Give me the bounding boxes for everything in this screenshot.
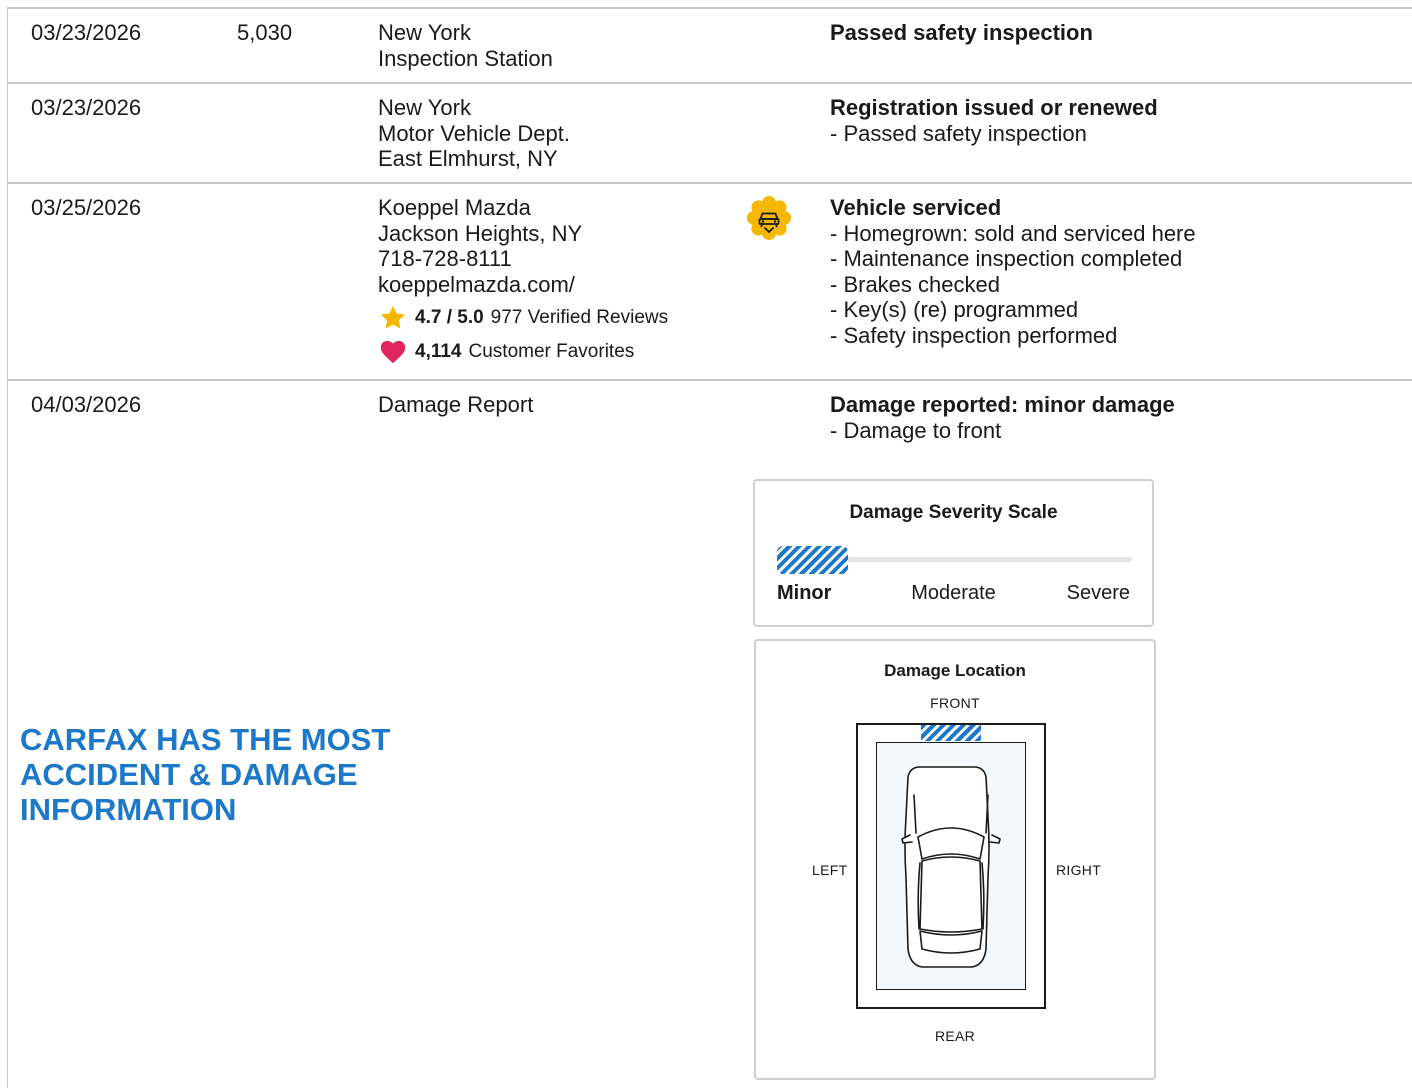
location-right-label: RIGHT bbox=[1056, 862, 1102, 878]
severity-title: Damage Severity Scale bbox=[849, 502, 1058, 523]
record-detail: - Key(s) (re) programmed bbox=[830, 297, 1079, 322]
record-source: Damage Report bbox=[378, 392, 728, 418]
record-date: 04/03/2026 bbox=[31, 392, 142, 417]
promo-line: ACCIDENT & DAMAGE bbox=[20, 757, 358, 792]
source-line[interactable]: 718-728-8111 bbox=[378, 246, 728, 272]
record-odometer: 5,030 bbox=[237, 20, 293, 45]
dealer-website-link[interactable]: koeppelmazda.com/ bbox=[378, 272, 728, 298]
location-title: Damage Location bbox=[884, 661, 1026, 680]
row-divider bbox=[7, 7, 1412, 9]
source-line: East Elmhurst, NY bbox=[378, 146, 558, 171]
record-comments: Vehicle serviced - Homegrown: sold and s… bbox=[830, 195, 1410, 348]
record-source: Koeppel Mazda Jackson Heights, NY 718-72… bbox=[378, 195, 728, 369]
record-detail: - Maintenance inspection completed bbox=[830, 246, 1183, 271]
source-line: Koeppel Mazda bbox=[378, 195, 531, 220]
row-divider bbox=[7, 82, 1412, 84]
front-damage-marker bbox=[921, 725, 981, 741]
promo-headline: CARFAX HAS THE MOST ACCIDENT & DAMAGE IN… bbox=[20, 722, 420, 827]
record-title: Damage reported: minor damage bbox=[830, 392, 1175, 417]
record-detail: - Safety inspection performed bbox=[830, 322, 1118, 348]
location-rear-label: REAR bbox=[934, 1028, 976, 1044]
record-comments: Passed safety inspection bbox=[830, 20, 1410, 46]
record-detail: - Homegrown: sold and serviced here bbox=[830, 220, 1196, 246]
left-border bbox=[7, 8, 8, 1088]
favorites-count: 4,114 bbox=[415, 341, 462, 363]
damage-severity-card: Damage Severity Scale Minor Moderate Sev… bbox=[753, 479, 1154, 627]
promo-line: CARFAX HAS THE MOST bbox=[20, 722, 391, 757]
record-detail: - Passed safety inspection bbox=[830, 120, 1087, 146]
source-line: Motor Vehicle Dept. bbox=[378, 120, 570, 146]
severity-label-severe: Severe bbox=[1066, 582, 1130, 604]
record-comments: Registration issued or renewed - Passed … bbox=[830, 95, 1410, 146]
record-title: Passed safety inspection bbox=[830, 20, 1093, 45]
record-source: New York Motor Vehicle Dept. East Elmhur… bbox=[378, 95, 728, 172]
favorites-label: Customer Favorites bbox=[468, 341, 635, 363]
heart-icon bbox=[380, 340, 406, 364]
row-divider bbox=[7, 182, 1412, 184]
record-detail: - Damage to front bbox=[830, 417, 1002, 443]
record-title: Registration issued or renewed bbox=[830, 95, 1158, 120]
source-line: New York bbox=[378, 95, 471, 120]
row-divider bbox=[7, 379, 1412, 381]
star-icon bbox=[380, 305, 406, 329]
source-line: Inspection Station bbox=[378, 45, 553, 71]
car-top-view-icon bbox=[901, 766, 1001, 968]
severity-fill bbox=[777, 546, 848, 574]
source-line: Jackson Heights, NY bbox=[378, 220, 583, 246]
record-title: Vehicle serviced bbox=[830, 195, 1002, 220]
rating-value: 4.7 / 5.0 bbox=[415, 307, 484, 329]
damage-location-card: Damage Location FRONT REAR LEFT RIGHT bbox=[754, 639, 1156, 1080]
dealer-favorites[interactable]: 4,114 Customer Favorites bbox=[378, 335, 728, 369]
record-date: 03/23/2026 bbox=[31, 95, 142, 120]
source-line: New York bbox=[378, 20, 471, 45]
record-date: 03/23/2026 bbox=[31, 20, 142, 45]
record-detail: - Brakes checked bbox=[830, 271, 1000, 297]
service-badge-icon bbox=[746, 195, 792, 241]
dealer-rating[interactable]: 4.7 / 5.0 977 Verified Reviews bbox=[378, 301, 728, 335]
record-comments: Damage reported: minor damage - Damage t… bbox=[830, 392, 1410, 443]
record-source: New York Inspection Station bbox=[378, 20, 728, 71]
location-front-label: FRONT bbox=[930, 695, 980, 711]
source-line: Damage Report bbox=[378, 392, 534, 417]
promo-line: INFORMATION bbox=[20, 792, 237, 827]
review-count: 977 Verified Reviews bbox=[490, 307, 669, 329]
location-left-label: LEFT bbox=[812, 862, 848, 878]
record-date: 03/25/2026 bbox=[31, 195, 142, 220]
